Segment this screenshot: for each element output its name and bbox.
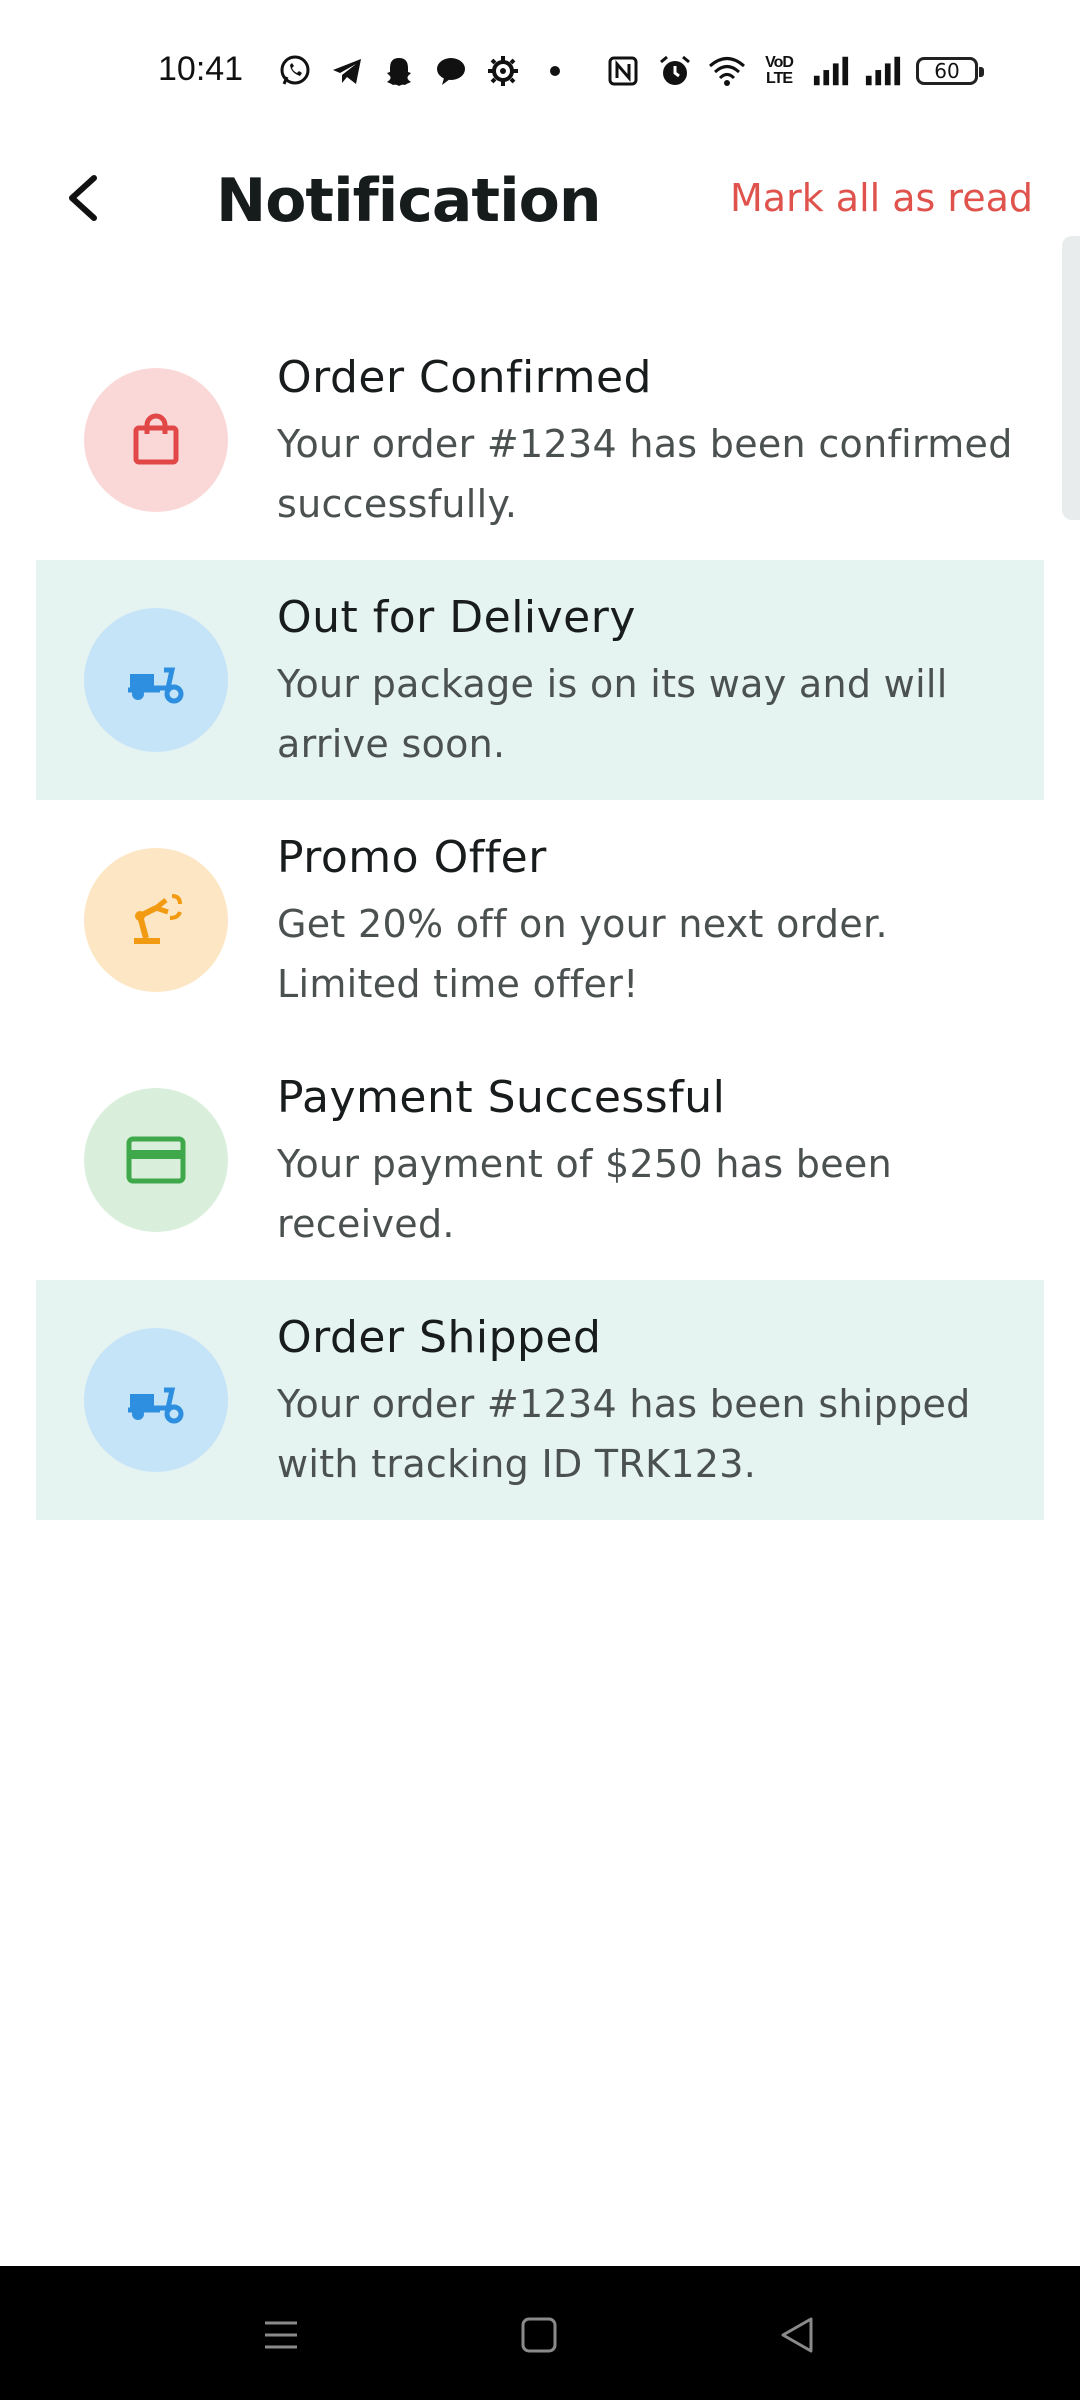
status-system-icons: VoD LTE 60 — [604, 52, 984, 90]
notification-item[interactable]: Promo Offer Get 20% off on your next ord… — [36, 800, 1044, 1040]
notification-item[interactable]: Order Shipped Your order #1234 has been … — [36, 1280, 1044, 1520]
notification-icon-circle — [84, 368, 228, 512]
promo-icon — [134, 894, 182, 944]
chat-bubble-icon — [432, 52, 470, 90]
home-icon — [521, 2317, 557, 2353]
scrollbar[interactable] — [1062, 236, 1080, 520]
app-header: Notification Mark all as read — [0, 140, 1080, 260]
notification-body: Get 20% off on your next order. Limited … — [277, 902, 888, 1006]
wifi-icon — [708, 52, 746, 90]
system-nav-bar — [0, 2266, 1080, 2400]
signal-icon — [812, 52, 850, 90]
notification-title: Promo Offer — [277, 832, 547, 883]
notification-icon-circle — [84, 848, 228, 992]
dot-icon — [536, 52, 574, 90]
notification-title: Order Shipped — [277, 1312, 602, 1363]
back-triangle-icon — [781, 2317, 813, 2353]
nfc-icon — [604, 52, 642, 90]
telegram-icon — [328, 52, 366, 90]
notification-icon-circle — [84, 608, 228, 752]
home-button[interactable] — [514, 2310, 564, 2360]
notification-body: Your order #1234 has been confirmed succ… — [277, 422, 1013, 526]
notification-icon-circle — [84, 1328, 228, 1472]
status-notification-icons — [276, 52, 574, 90]
battery-icon: 60 — [916, 57, 984, 85]
delivery-scooter-icon — [128, 667, 184, 704]
settings-icon — [484, 52, 522, 90]
shopping-bag-icon — [133, 413, 179, 465]
notification-title: Order Confirmed — [277, 352, 652, 403]
back-nav-button[interactable] — [772, 2310, 822, 2360]
notification-item[interactable]: Payment Successful Your payment of $250 … — [36, 1040, 1044, 1280]
notification-item[interactable]: Out for Delivery Your package is on its … — [36, 560, 1044, 800]
status-bar: 10:41 VoD LTE 60 — [0, 0, 1080, 140]
notification-list: Order Confirmed Your order #1234 has bee… — [36, 320, 1044, 1520]
status-time: 10:41 — [158, 50, 244, 88]
snapchat-icon — [380, 52, 418, 90]
notification-title: Out for Delivery — [277, 592, 636, 643]
battery-level: 60 — [934, 59, 960, 83]
page-title: Notification — [216, 166, 602, 236]
mark-all-read-button[interactable]: Mark all as read — [730, 176, 1033, 220]
notification-title: Payment Successful — [277, 1072, 726, 1123]
notification-body: Your payment of $250 has been received. — [277, 1142, 892, 1246]
alarm-icon — [656, 52, 694, 90]
notification-item[interactable]: Order Confirmed Your order #1234 has bee… — [36, 320, 1044, 560]
credit-card-icon — [126, 1136, 186, 1184]
notification-icon-circle — [84, 1088, 228, 1232]
whatsapp-icon — [276, 52, 314, 90]
chevron-left-icon — [69, 175, 97, 221]
menu-button[interactable] — [256, 2310, 306, 2360]
signal-icon — [864, 52, 902, 90]
volte-label: VoD LTE — [765, 54, 794, 87]
notification-body: Your package is on its way and will arri… — [277, 662, 948, 766]
notification-body: Your order #1234 has been shipped with t… — [277, 1382, 971, 1486]
delivery-scooter-icon — [128, 1387, 184, 1424]
back-button[interactable] — [56, 168, 116, 228]
menu-icon — [265, 2321, 297, 2349]
